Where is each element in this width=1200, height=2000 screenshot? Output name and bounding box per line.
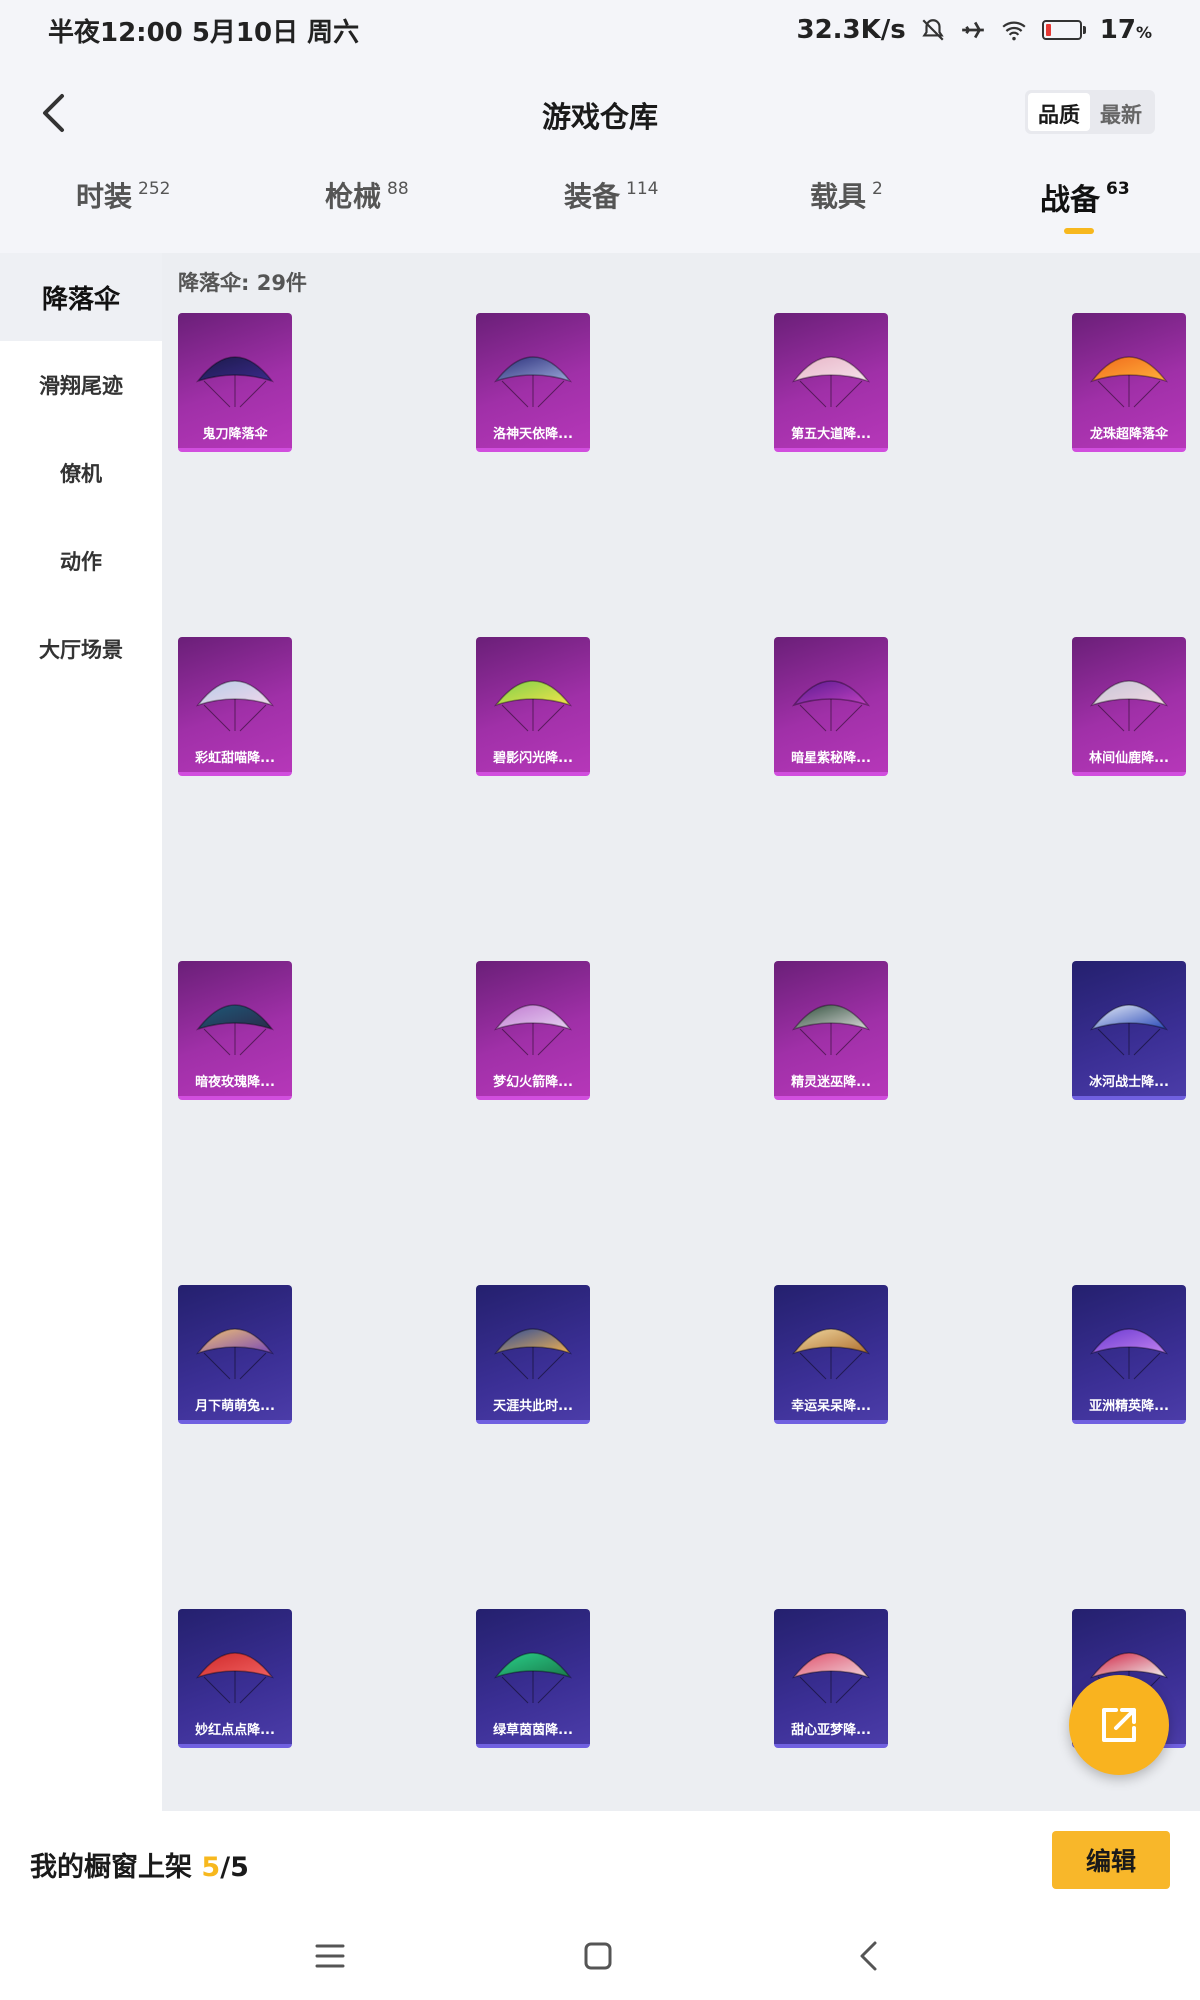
tab-weapons[interactable]: 枪械 88 [325, 175, 409, 251]
sidebar-item-parachute[interactable]: 降落伞 [0, 253, 162, 341]
wifi-icon [1002, 21, 1026, 41]
parachute-thumbnail [493, 680, 573, 732]
item-grid: 降落伞: 29件 鬼刀降落伞 洛神天依降... 第五大道降... 龙珠超降落伞彩虹甜喵… [162, 253, 1200, 1811]
parachute-thumbnail [791, 356, 871, 408]
parachute-thumbnail [493, 1328, 573, 1380]
status-indicators: 32.3K/s 17% [797, 15, 1153, 45]
parachute-thumbnail [493, 1652, 573, 1704]
tab-fashion[interactable]: 时装 252 [76, 175, 170, 251]
parachute-card-name: 龙珠超降落伞 [1089, 427, 1168, 442]
app-header: 游戏仓库 品质 最新 [0, 70, 1200, 156]
parachute-thumbnail [493, 356, 573, 408]
parachute-card-name: 彩虹甜喵降... [195, 751, 275, 766]
parachute-card[interactable]: 绿草茵茵降... [476, 1609, 590, 1748]
parachute-thumbnail [195, 356, 275, 408]
parachute-card[interactable]: 精灵迷巫降... [774, 961, 888, 1100]
parachute-card-name: 幸运呆呆降... [791, 1399, 871, 1414]
tab-equipment[interactable]: 装备 114 [564, 175, 658, 251]
parachute-card-name: 暗星紫秘降... [791, 751, 871, 766]
parachute-card-name: 精灵迷巫降... [791, 1075, 871, 1090]
parachute-card-name: 林间仙鹿降... [1089, 751, 1169, 766]
home-square-icon [584, 1942, 612, 1970]
parachute-card-name: 绿草茵茵降... [493, 1723, 573, 1738]
airplane-icon [961, 21, 984, 39]
share-external-icon [1102, 1708, 1136, 1742]
parachute-card[interactable]: 幸运呆呆降... [774, 1285, 888, 1424]
parachute-thumbnail [791, 1652, 871, 1704]
edit-button[interactable]: 编辑 [1052, 1831, 1170, 1889]
parachute-card[interactable]: 妙红点点降... [178, 1609, 292, 1748]
back-triangle-icon [860, 1941, 877, 1971]
parachute-card-name: 梦幻火箭降... [493, 1075, 573, 1090]
parachute-thumbnail [195, 1004, 275, 1056]
parachute-thumbnail [195, 1652, 275, 1704]
parachute-thumbnail [791, 1004, 871, 1056]
status-time: 半夜12:00 5月10日 周六 [48, 17, 360, 48]
sort-by-quality[interactable]: 品质 [1028, 93, 1090, 131]
parachute-card[interactable]: 林间仙鹿降... [1072, 637, 1186, 776]
parachute-card[interactable]: 梦幻火箭降... [476, 961, 590, 1100]
parachute-card-name: 亚洲精英降... [1089, 1399, 1169, 1414]
sidebar-item-wingman[interactable]: 僚机 [0, 429, 162, 517]
menu-icon [315, 1944, 345, 1968]
parachute-thumbnail [791, 680, 871, 732]
parachute-thumbnail [195, 680, 275, 732]
parachute-card[interactable]: 冰河战士降... [1072, 961, 1186, 1100]
parachute-card-name: 月下萌萌兔... [195, 1399, 275, 1414]
parachute-card[interactable]: 碧影闪光降... [476, 637, 590, 776]
parachute-card[interactable]: 暗星紫秘降... [774, 637, 888, 776]
sort-by-newest[interactable]: 最新 [1090, 93, 1152, 131]
parachute-card-name: 妙红点点降... [195, 1723, 275, 1738]
nav-home-button[interactable] [573, 1931, 623, 1981]
parachute-thumbnail [493, 1004, 573, 1056]
parachute-thumbnail [1089, 1328, 1169, 1380]
status-bar: 半夜12:00 5月10日 周六 32.3K/s 17% [0, 0, 1200, 60]
sidebar-item-lobby-scene[interactable]: 大厅场景 [0, 605, 162, 693]
battery-percent: 17% [1099, 15, 1152, 45]
battery-icon [1041, 20, 1086, 40]
active-tab-indicator [1064, 228, 1094, 234]
category-tabs: 时装 252 枪械 88 装备 114 载具 2 战备 63 [0, 175, 1200, 251]
system-nav-bar [0, 1911, 1200, 2000]
page-title: 游戏仓库 [541, 100, 658, 134]
parachute-card[interactable]: 月下萌萌兔... [178, 1285, 292, 1424]
nav-menu-button[interactable] [305, 1931, 355, 1981]
subcategory-sidebar: 降落伞 滑翔尾迹 僚机 动作 大厅场景 [0, 253, 162, 1811]
showcase-bar: 我的橱窗上架 5/5 编辑 [0, 1811, 1200, 1911]
parachute-card[interactable]: 彩虹甜喵降... [178, 637, 292, 776]
bell-muted-icon [922, 19, 944, 41]
sort-toggle: 品质 最新 [1025, 90, 1155, 134]
parachute-card[interactable]: 甜心亚梦降... [774, 1609, 888, 1748]
parachute-card-name: 暗夜玫瑰降... [195, 1075, 275, 1090]
parachute-card-name: 洛神天依降... [493, 427, 573, 442]
parachute-card[interactable]: 龙珠超降落伞 [1072, 313, 1186, 452]
parachute-card[interactable]: 鬼刀降落伞 [178, 313, 292, 452]
parachute-card-name: 第五大道降... [791, 427, 871, 442]
network-speed: 32.3K/s [796, 15, 906, 45]
parachute-card[interactable]: 第五大道降... [774, 313, 888, 452]
parachute-card-name: 甜心亚梦降... [791, 1723, 871, 1738]
nav-back-button[interactable] [845, 1931, 895, 1981]
share-fab[interactable] [1069, 1675, 1169, 1775]
parachute-card[interactable]: 暗夜玫瑰降... [178, 961, 292, 1100]
parachute-card-name: 碧影闪光降... [493, 751, 573, 766]
parachute-card[interactable]: 洛神天依降... [476, 313, 590, 452]
tab-battle-gear[interactable]: 战备 63 [1040, 175, 1130, 251]
showcase-status: 我的橱窗上架 5/5 [30, 1852, 249, 1883]
parachute-thumbnail [791, 1328, 871, 1380]
parachute-card[interactable]: 亚洲精英降... [1072, 1285, 1186, 1424]
item-count-label: 降落伞: 29件 [178, 271, 307, 295]
sidebar-item-emote[interactable]: 动作 [0, 517, 162, 605]
parachute-thumbnail [1089, 1004, 1169, 1056]
parachute-card-name: 鬼刀降落伞 [202, 427, 268, 442]
parachute-card-name: 天涯共此时... [493, 1399, 573, 1414]
parachute-thumbnail [195, 1328, 275, 1380]
sidebar-item-glide-trail[interactable]: 滑翔尾迹 [0, 341, 162, 429]
parachute-thumbnail [1089, 356, 1169, 408]
parachute-card-name: 冰河战士降... [1089, 1075, 1169, 1090]
tab-vehicles[interactable]: 载具 2 [810, 175, 883, 251]
parachute-card[interactable]: 天涯共此时... [476, 1285, 590, 1424]
parachute-thumbnail [1089, 680, 1169, 732]
